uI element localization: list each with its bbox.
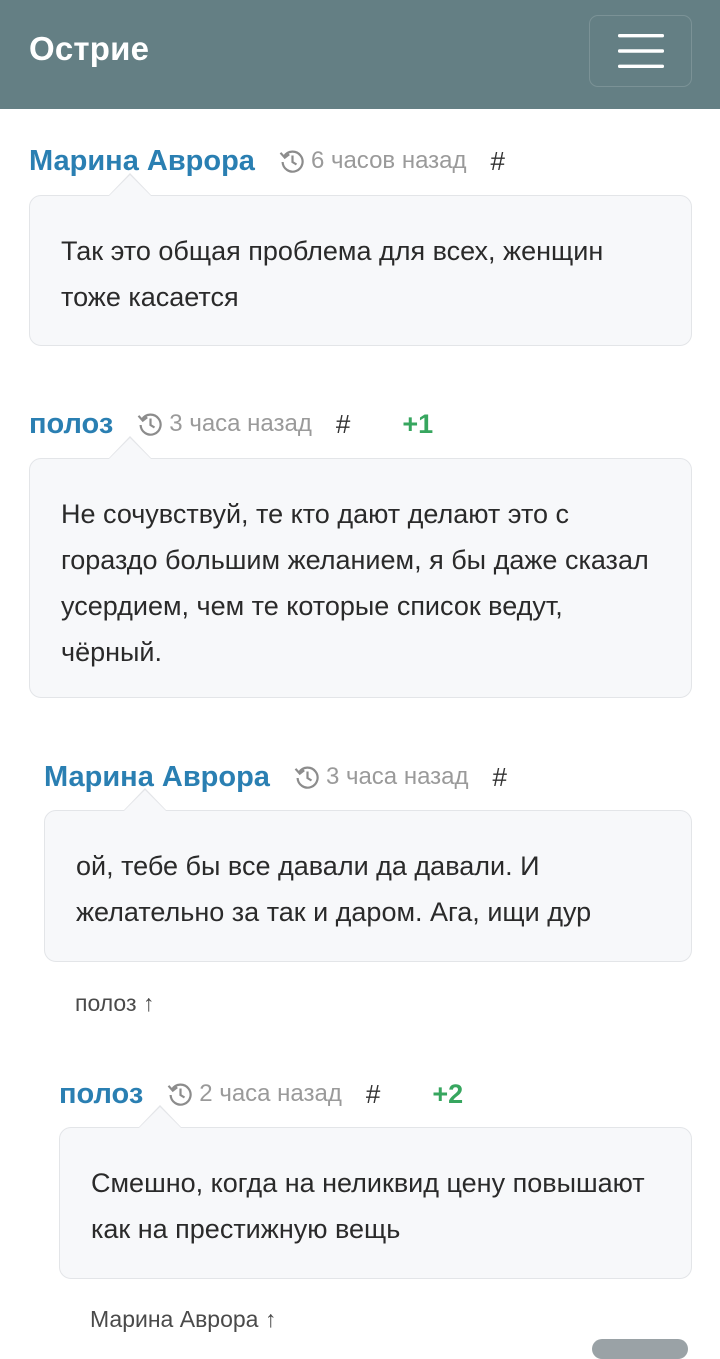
floating-button[interactable]	[592, 1339, 688, 1359]
history-icon	[137, 411, 163, 437]
comment-body: Так это общая проблема для всех, женщин …	[29, 173, 692, 346]
comment: полоз 2 часа назад # +2 Смешно, когда на…	[59, 1074, 692, 1279]
site-brand[interactable]: Острие	[29, 30, 149, 68]
comment: Марина Аврора 6 часов назад # Так это об…	[29, 141, 692, 346]
top-navbar: Острие	[0, 0, 720, 109]
comment-body: Не сочувствуй, те кто дают делают это с …	[29, 436, 692, 698]
comment-text: Смешно, когда на неликвид цену повышают …	[91, 1168, 645, 1244]
comment-author[interactable]: полоз	[29, 404, 113, 444]
vote-count: +2	[432, 1078, 464, 1109]
reply-to-link[interactable]: полоз ↑	[75, 990, 154, 1017]
comment-time: 6 часов назад	[310, 147, 467, 174]
menu-toggle-button[interactable]	[589, 15, 692, 87]
comment-permalink[interactable]: #	[491, 146, 505, 177]
comment-time: 3 часа назад	[325, 763, 469, 790]
comment-author[interactable]: полоз	[59, 1074, 143, 1114]
history-icon	[294, 764, 320, 790]
vote-count: +1	[402, 408, 434, 439]
comment-permalink[interactable]: #	[366, 1079, 380, 1110]
comment-body: Смешно, когда на неликвид цену повышают …	[59, 1105, 692, 1279]
history-icon	[167, 1081, 193, 1107]
comment-time: 3 часа назад	[169, 410, 312, 437]
comment-text: ой, тебе бы все давали да давали. И жела…	[76, 851, 592, 927]
comment-body: ой, тебе бы все давали да давали. И жела…	[44, 788, 692, 962]
comment-permalink[interactable]: #	[336, 409, 350, 440]
reply-to-link[interactable]: Марина Аврора ↑	[90, 1306, 276, 1333]
comment-text: Не сочувствуй, те кто дают делают это с …	[61, 499, 649, 667]
hamburger-menu-icon	[617, 34, 664, 68]
history-icon	[279, 148, 305, 174]
comment-text: Так это общая проблема для всех, женщин …	[61, 236, 604, 312]
comment: Марина Аврора 3 часа назад # ой, тебе бы…	[44, 757, 692, 962]
comment-permalink[interactable]: #	[493, 762, 507, 793]
comment: полоз 3 часа назад # +1 Не сочувствуй, т…	[29, 404, 692, 698]
comment-time: 2 часа назад	[199, 1080, 342, 1107]
